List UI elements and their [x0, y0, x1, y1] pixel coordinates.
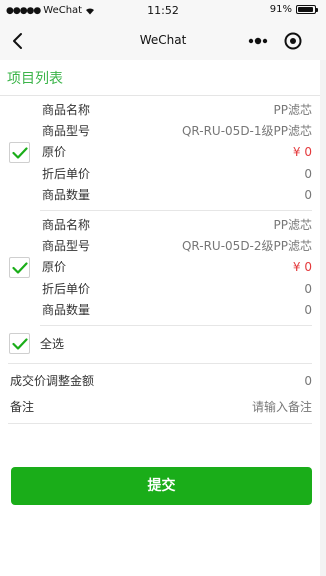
remark-row: 备注 请输入备注 — [10, 397, 312, 417]
item-row-model: 商品型号 QR-RU-05D-1级PP滤芯 — [40, 121, 312, 141]
more-icon[interactable] — [247, 35, 269, 47]
row-value: QR-RU-05D-1级PP滤芯 — [181, 124, 312, 138]
price-value: ¥ 0 — [292, 260, 312, 274]
row-label: 原价 — [42, 260, 67, 274]
battery-percent: 91% — [269, 4, 292, 15]
submit-button[interactable]: 提交 — [11, 467, 312, 505]
divider — [40, 325, 312, 326]
remark-label: 备注 — [10, 400, 35, 414]
row-label: 商品型号 — [42, 124, 91, 138]
row-label: 商品数量 — [42, 188, 91, 202]
checkmark-icon — [12, 338, 28, 350]
nav-bar: WeChat — [0, 22, 326, 60]
row-value: PP滤芯 — [273, 103, 312, 117]
checkmark-icon — [12, 147, 28, 159]
row-value[interactable]: 0 — [304, 185, 312, 205]
adjust-amount-input[interactable]: 0 — [304, 371, 312, 391]
divider — [8, 363, 312, 364]
item-checkbox[interactable] — [9, 257, 30, 278]
item-row-model: 商品型号 QR-RU-05D-2级PP滤芯 — [40, 236, 312, 256]
row-label: 原价 — [42, 145, 67, 159]
row-value[interactable]: 0 — [304, 300, 312, 320]
item-row-discount-price: 折后单价 0 — [40, 279, 312, 299]
row-label: 商品数量 — [42, 303, 91, 317]
item-checkbox[interactable] — [9, 142, 30, 163]
status-bar: ●●●●● WeChat 11:52 91% — [0, 0, 326, 22]
remark-input[interactable]: 请输入备注 — [252, 397, 312, 417]
select-all-checkbox[interactable] — [9, 333, 30, 354]
row-value[interactable]: 0 — [304, 164, 312, 184]
item-row-quantity: 商品数量 0 — [40, 185, 312, 205]
row-label: 商品名称 — [42, 218, 91, 232]
battery-icon — [296, 5, 318, 14]
adjust-amount-label: 成交价调整金额 — [10, 374, 95, 388]
item-row-discount-price: 折后单价 0 — [40, 164, 312, 184]
adjust-amount-row: 成交价调整金额 0 — [10, 371, 312, 391]
nav-title: WeChat — [139, 33, 187, 47]
row-value[interactable]: 0 — [304, 279, 312, 299]
row-value: QR-RU-05D-2级PP滤芯 — [181, 239, 312, 253]
item-row-price: 原价 ¥ 0 — [40, 257, 312, 277]
item-row-price: 原价 ¥ 0 — [40, 142, 312, 162]
row-label: 商品名称 — [42, 103, 91, 117]
divider — [8, 423, 312, 424]
item-row-quantity: 商品数量 0 — [40, 300, 312, 320]
row-label: 折后单价 — [42, 282, 91, 296]
price-value: ¥ 0 — [292, 145, 312, 159]
row-label: 商品型号 — [42, 239, 91, 253]
divider — [40, 210, 312, 211]
section-title: 项目列表 — [0, 70, 320, 96]
page-body: 项目列表 商品名称 PP滤芯 商品型号 QR-RU-05D-1级PP滤芯 原价 … — [0, 60, 320, 576]
checkmark-icon — [12, 262, 28, 274]
row-label: 折后单价 — [42, 167, 91, 181]
battery-group: 91% — [269, 4, 318, 15]
select-all-label[interactable]: 全选 — [40, 334, 64, 354]
close-miniprogram-icon[interactable] — [283, 31, 303, 51]
item-row-name: 商品名称 PP滤芯 — [40, 215, 312, 235]
row-value: PP滤芯 — [273, 218, 312, 232]
item-row-name: 商品名称 PP滤芯 — [40, 100, 312, 120]
